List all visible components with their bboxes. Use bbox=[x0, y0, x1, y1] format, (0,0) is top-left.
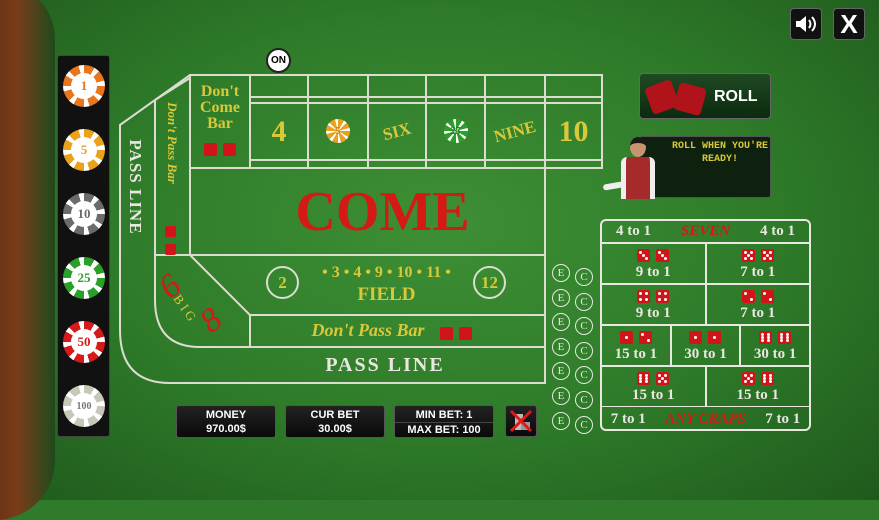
hardway-bet[interactable]: 7 to 1 bbox=[705, 284, 810, 325]
field-numbers[interactable]: • 3 • 4 • 9 • 10 • 11 • bbox=[300, 264, 473, 282]
dice-pair bbox=[634, 288, 672, 305]
dealer-avatar bbox=[602, 135, 663, 199]
hardway-bet[interactable]: 15 to 1 bbox=[601, 366, 706, 407]
odds-label: 9 to 1 bbox=[635, 304, 671, 321]
min-bet: MIN BET: 1 bbox=[395, 408, 493, 423]
on-puck: ON bbox=[266, 48, 291, 73]
field-2[interactable]: 2 bbox=[266, 266, 299, 299]
die-4 bbox=[637, 289, 651, 303]
hardway-bet[interactable]: 30 to 1 bbox=[670, 325, 741, 366]
any-craps-label: ANY CRAPS bbox=[665, 410, 746, 427]
roll-label: ROLL bbox=[714, 88, 758, 105]
dice-pair bbox=[756, 329, 794, 346]
dice-icon bbox=[644, 79, 708, 117]
craps-bet[interactable]: C bbox=[575, 341, 593, 360]
die-2 bbox=[741, 289, 755, 303]
hardway-bet[interactable]: 30 to 1 bbox=[740, 325, 810, 366]
dice-pair bbox=[686, 329, 724, 346]
craps-odds-right: 7 to 1 bbox=[765, 410, 801, 427]
odds-label: 15 to 1 bbox=[736, 386, 780, 403]
die-5 bbox=[741, 248, 755, 262]
bet-chip-25[interactable]: 25 bbox=[443, 119, 468, 143]
seven-odds-right: 4 to 1 bbox=[760, 222, 795, 239]
dealer-message: ROLL WHEN YOU'RE READY! bbox=[672, 141, 769, 165]
craps-bet[interactable]: C bbox=[575, 292, 593, 311]
craps-bet[interactable]: C bbox=[575, 391, 593, 409]
cur-bet-value: 30.00$ bbox=[318, 423, 352, 435]
field-12[interactable]: 12 bbox=[473, 266, 506, 299]
seven-label: SEVEN bbox=[680, 222, 731, 239]
dice-pair bbox=[617, 329, 655, 346]
die-4 bbox=[656, 289, 670, 303]
eleven-bet[interactable]: E bbox=[552, 264, 570, 282]
dont-come-dice bbox=[201, 140, 239, 158]
seven-odds-left: 4 to 1 bbox=[615, 222, 651, 239]
hardway-bet[interactable]: 9 to 1 bbox=[601, 243, 706, 284]
max-bet: MAX BET: 100 bbox=[407, 424, 481, 436]
dice-pair bbox=[739, 288, 777, 305]
eleven-bet[interactable]: E bbox=[552, 288, 570, 307]
die-5 bbox=[741, 371, 755, 385]
dont-pass-dice bbox=[165, 222, 180, 258]
dont-pass-bar-side[interactable]: Don't Pass Bar bbox=[164, 93, 180, 193]
hardway-bet[interactable]: 7 to 1 bbox=[705, 243, 810, 284]
pass-line-side[interactable]: PASS LINE bbox=[125, 127, 145, 247]
odds-label: 7 to 1 bbox=[740, 263, 776, 280]
clear-bets-button[interactable] bbox=[505, 405, 537, 437]
dice-pair bbox=[739, 247, 777, 264]
odds-label: 7 to 1 bbox=[740, 304, 776, 321]
odds-label: 15 to 1 bbox=[632, 386, 675, 403]
seven-bet[interactable]: 4 to 1 SEVEN 4 to 1 bbox=[601, 220, 810, 243]
die-3 bbox=[637, 248, 651, 262]
cur-bet-panel: CUR BET 30.00$ bbox=[285, 405, 385, 438]
roll-button[interactable]: ROLL bbox=[639, 73, 771, 119]
hardway-bet[interactable]: 15 to 1 bbox=[601, 325, 671, 366]
come-area[interactable]: COME bbox=[190, 180, 575, 244]
eleven-bet[interactable]: E bbox=[552, 337, 570, 356]
odds-label: 15 to 1 bbox=[614, 345, 658, 362]
proposition-bets: 4 to 1 SEVEN 4 to 1 9 to 1 7 to 1 9 to 1 7 to … bbox=[600, 219, 811, 431]
die-6 bbox=[778, 330, 792, 344]
field-label[interactable]: FIELD bbox=[300, 284, 473, 306]
craps-bet[interactable]: C bbox=[575, 415, 593, 434]
pass-line[interactable]: PASS LINE bbox=[250, 354, 520, 377]
place-bet-4[interactable]: 4 bbox=[250, 104, 308, 160]
die-3 bbox=[656, 248, 670, 262]
eleven-bet[interactable]: E bbox=[552, 411, 570, 430]
money-value: 970.00$ bbox=[206, 423, 246, 435]
die-6 bbox=[760, 371, 774, 385]
die-5 bbox=[656, 371, 670, 385]
die-5 bbox=[760, 248, 774, 262]
die-6 bbox=[637, 371, 651, 385]
die-1 bbox=[708, 330, 722, 344]
odds-label: 30 to 1 bbox=[684, 345, 727, 362]
clear-bets-icon bbox=[509, 409, 533, 433]
odds-label: 30 to 1 bbox=[753, 345, 797, 362]
eleven-bet[interactable]: E bbox=[552, 387, 570, 405]
die-6 bbox=[759, 330, 773, 344]
craps-odds-left: 7 to 1 bbox=[610, 410, 646, 427]
die-1 bbox=[689, 330, 703, 344]
money-panel: MONEY 970.00$ bbox=[176, 405, 276, 438]
die-2 bbox=[638, 330, 652, 344]
bet-limits-panel: MIN BET: 1 MAX BET: 100 bbox=[394, 405, 494, 438]
any-craps-bet[interactable]: 7 to 1 ANY CRAPS 7 to 1 bbox=[601, 407, 810, 431]
dice-pair bbox=[634, 247, 672, 264]
dice-pair bbox=[634, 370, 672, 387]
die-2 bbox=[760, 289, 774, 303]
hardway-bet[interactable]: 9 to 1 bbox=[601, 284, 706, 325]
money-label: MONEY bbox=[205, 409, 247, 421]
dont-pass-bar[interactable]: Don't Pass Bar bbox=[298, 320, 438, 341]
place-bet-10[interactable]: 10 bbox=[545, 104, 602, 160]
dont-come-bar[interactable]: Don't Come Bar bbox=[190, 84, 250, 132]
hardway-bet[interactable]: 15 to 1 bbox=[705, 366, 810, 407]
cur-bet-label: CUR BET bbox=[310, 409, 360, 421]
dont-pass-bar-dice bbox=[437, 324, 475, 342]
craps-bet[interactable]: C bbox=[575, 268, 593, 286]
dice-pair bbox=[739, 370, 777, 387]
odds-label: 9 to 1 bbox=[635, 263, 671, 280]
bet-chip-5[interactable]: 5 bbox=[326, 119, 350, 143]
die-1 bbox=[619, 330, 633, 344]
